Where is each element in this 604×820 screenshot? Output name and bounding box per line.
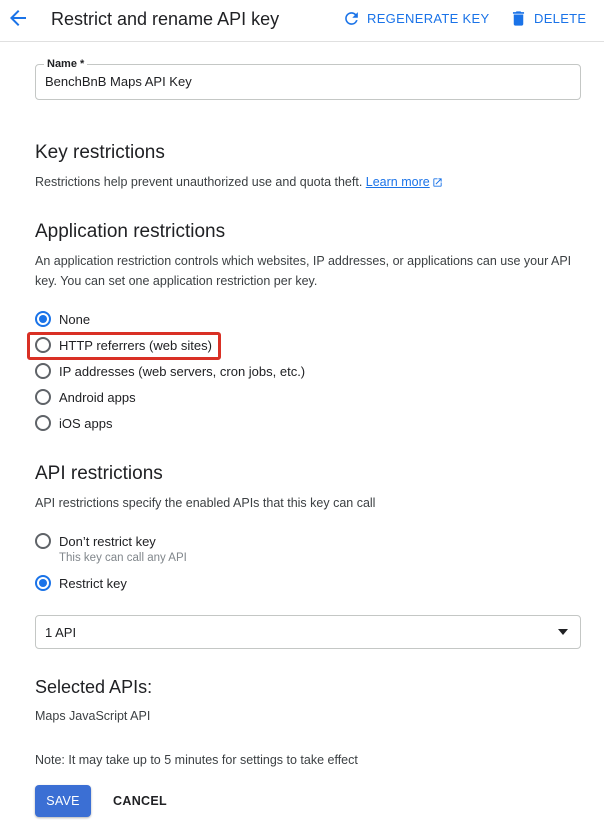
arrow-drop-down-icon	[558, 629, 568, 635]
api-restrictions-heading: API restrictions	[35, 463, 163, 484]
radio-button[interactable]	[35, 389, 51, 405]
radio-label: Android apps	[59, 389, 136, 405]
api-select-value: 1 API	[45, 625, 77, 640]
arrow-back-icon	[10, 10, 26, 26]
regenerate-key-button[interactable]: REGENERATE KEY	[342, 7, 489, 29]
radio-label: None	[59, 311, 91, 327]
radio-dont-restrict-key[interactable]: Don’t restrict key	[35, 532, 156, 550]
dont-restrict-key-sublabel: This key can call any API	[59, 552, 187, 564]
radio-ios-apps[interactable]: iOS apps	[35, 414, 112, 432]
selected-apis-heading: Selected APIs:	[35, 677, 153, 697]
radio-ip-addresses[interactable]: IP addresses (web servers, cron jobs, et…	[35, 362, 305, 380]
highlight-annotation-box	[27, 332, 221, 360]
radio-none[interactable]: None	[35, 310, 90, 328]
save-button[interactable]: SAVE	[35, 785, 91, 817]
name-field[interactable]	[35, 64, 581, 100]
radio-button[interactable]	[35, 415, 51, 431]
name-field-label: Name *	[44, 57, 88, 71]
cancel-button[interactable]: CANCEL	[109, 785, 171, 817]
radio-label: Don’t restrict key	[59, 533, 156, 549]
settings-note: Note: It may take up to 5 minutes for se…	[35, 753, 358, 767]
radio-button[interactable]	[35, 311, 51, 327]
radio-label: Restrict key	[59, 575, 127, 591]
key-restrictions-heading: Key restrictions	[35, 142, 165, 163]
refresh-icon	[345, 11, 358, 25]
radio-android-apps[interactable]: Android apps	[35, 388, 136, 406]
name-input[interactable]	[45, 74, 565, 89]
regenerate-key-label: REGENERATE KEY	[367, 10, 490, 26]
learn-more-link[interactable]: Learn more	[366, 175, 430, 189]
open-in-new-icon	[433, 178, 442, 187]
key-restrictions-text: Restrictions help prevent unauthorized u…	[35, 175, 363, 189]
application-restrictions-heading: Application restrictions	[35, 221, 226, 242]
selected-api-item: Maps JavaScript API	[35, 709, 151, 723]
top-app-bar: Restrict and rename API key REGENERATE K…	[0, 0, 604, 42]
radio-restrict-key[interactable]: Restrict key	[35, 574, 127, 592]
api-select-dropdown[interactable]: 1 API	[35, 615, 581, 649]
radio-button[interactable]	[35, 575, 51, 591]
delete-label: DELETE	[534, 10, 587, 26]
back-button[interactable]	[6, 6, 30, 30]
application-restrictions-description: An application restriction controls whic…	[35, 254, 572, 288]
radio-label: IP addresses (web servers, cron jobs, et…	[59, 363, 306, 379]
radio-button[interactable]	[35, 533, 51, 549]
radio-button[interactable]	[35, 363, 51, 379]
api-restrictions-description: API restrictions specify the enabled API…	[35, 496, 376, 510]
radio-label: iOS apps	[59, 415, 113, 431]
trash-icon	[512, 10, 525, 26]
key-restrictions-description: Restrictions help prevent unauthorized u…	[35, 172, 595, 192]
delete-button[interactable]: DELETE	[509, 7, 586, 29]
page-title: Restrict and rename API key	[51, 9, 280, 29]
